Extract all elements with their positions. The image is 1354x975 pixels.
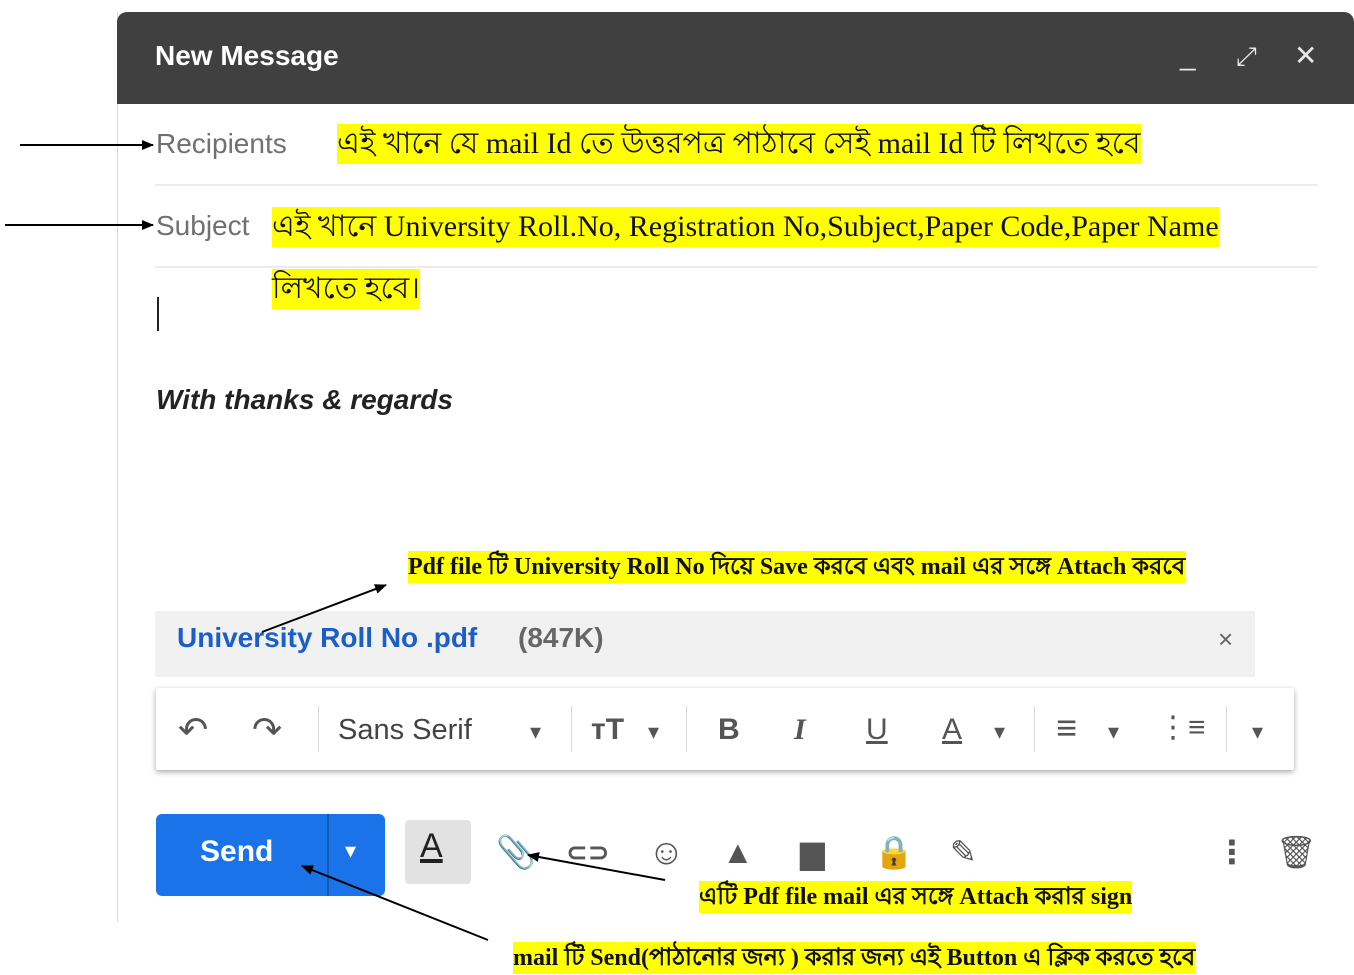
send-divider [327,814,329,896]
align-dropdown-icon[interactable]: ▾ [1108,712,1119,752]
undo-icon[interactable]: ↶ [178,710,208,750]
text-cursor [157,297,159,331]
subject-annotation-line1: এই খানে University Roll.No, Registration… [272,207,1219,247]
font-size-dropdown-icon[interactable]: ▾ [648,712,659,752]
remove-attachment-icon[interactable]: × [1218,624,1233,655]
drive-icon[interactable]: ▲ [722,832,754,872]
more-formatting-icon[interactable]: ▾ [1252,712,1263,752]
attach-annotation: এটি Pdf file mail এর সঙ্গে Attach করার s… [699,881,1133,913]
recipients-field[interactable]: Recipients [156,128,287,160]
align-icon[interactable]: ≡ [1056,708,1077,748]
formatting-options-icon[interactable]: A [420,827,443,866]
subject-annotation-line2: লিখতে হবে। [272,269,420,309]
text-color-dropdown-icon[interactable]: ▾ [994,712,1005,752]
send-button-label[interactable]: Send [200,835,273,869]
subject-divider [155,266,1318,268]
recipients-divider [155,184,1318,186]
font-dropdown-icon[interactable]: ▾ [530,712,541,752]
toolbar-divider [1226,706,1227,752]
recipients-annotation: এই খানে যে mail Id তে উত্তরপত্র পাঠাবে স… [337,124,1141,164]
toolbar-divider [571,706,572,752]
attach-file-icon[interactable]: 📎 [496,832,536,872]
send-options-icon[interactable]: ▾ [345,838,356,864]
compose-title: New Message [155,40,339,71]
redo-icon[interactable]: ↷ [252,710,282,750]
more-options-icon[interactable]: ⋮ [1216,832,1248,872]
numbered-list-icon[interactable]: ⋮≡ [1158,708,1206,748]
send-annotation: mail টি Send(পাঠানোর জন্য ) করার জন্য এই… [513,942,1196,974]
underline-icon[interactable]: U [866,710,888,750]
email-signature[interactable]: With thanks & regards [156,384,453,416]
toolbar-divider [686,706,687,752]
insert-photo-icon[interactable]: ▆ [800,832,825,872]
subject-field[interactable]: Subject [156,210,249,242]
text-color-icon[interactable]: A [942,710,962,750]
attachment-size: (847K) [518,622,604,653]
font-family-select[interactable]: Sans Serif [338,710,472,750]
expand-icon[interactable]: ⤢ [1236,40,1257,72]
toolbar-divider [1034,706,1035,752]
italic-icon[interactable]: I [794,710,806,750]
confidential-mode-icon[interactable]: 🔒 [874,832,914,872]
attachment-name[interactable]: University Roll No .pdf [177,622,477,654]
font-size-icon[interactable]: ᴛT [591,710,624,750]
minimize-icon[interactable]: _ [1180,40,1196,72]
pdf-annotation: Pdf file টি University Roll No দিয়ে Sav… [408,551,1186,583]
signature-pen-icon[interactable]: ✎ [950,832,977,872]
toolbar-divider [318,706,319,752]
bold-icon[interactable]: B [718,710,740,750]
emoji-icon[interactable]: ☺ [648,832,685,872]
close-icon[interactable]: ✕ [1294,40,1317,72]
discard-draft-icon[interactable]: 🗑 [1276,832,1317,872]
insert-link-icon[interactable]: ⊂⊃ [566,832,610,872]
